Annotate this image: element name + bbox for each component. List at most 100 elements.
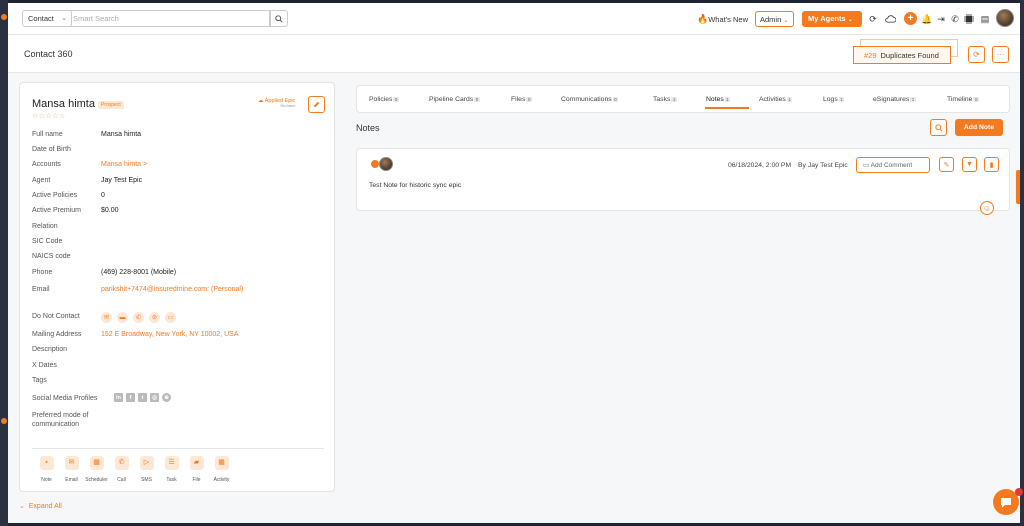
side-drawer-handle[interactable] <box>1016 170 1020 204</box>
module-select[interactable]: Contact ⌄ <box>22 10 72 27</box>
field-label-full-name: Full name <box>32 131 63 138</box>
sms-icon: ▷ <box>139 456 154 470</box>
tab-logs[interactable]: Logs 1 <box>823 96 845 103</box>
mail-icon[interactable]: ▭ <box>165 312 176 323</box>
add-comment-button[interactable]: ▭ Add Comment <box>856 157 930 173</box>
action-email[interactable]: ✉ Email <box>59 456 84 483</box>
twitter-icon[interactable]: t <box>138 393 147 402</box>
delete-note-button[interactable]: ▮ <box>984 157 999 172</box>
search-icon <box>275 14 283 23</box>
action-sms[interactable]: ▷ SMS <box>134 456 159 483</box>
whats-new-link[interactable]: 🔥What's New <box>697 14 748 25</box>
phone-icon[interactable]: ✆ <box>133 312 144 323</box>
chevron-down-icon: ⌄ <box>783 18 789 24</box>
cloud-sync-icon[interactable] <box>884 13 896 25</box>
chevron-down-icon: ⌄ <box>19 503 25 510</box>
action-scheduler-label: Scheduler <box>85 477 108 483</box>
action-note[interactable]: ▪ Note <box>34 456 59 483</box>
action-activity-label: Activity <box>213 477 230 483</box>
email-icon[interactable]: ✉ <box>101 312 112 323</box>
status-badge: Prospect <box>98 101 124 109</box>
field-label-email: Email <box>32 286 50 293</box>
field-value-mailing-address[interactable]: 152 E Broadway, New York, NY 10002, USA <box>101 331 239 338</box>
phone-icon[interactable]: ✆ <box>949 13 961 25</box>
more-options-button[interactable]: ··· <box>992 46 1009 63</box>
do-not-contact-toggles: ✉ ▬ ✆ ⊘ ▭ <box>101 312 176 323</box>
tab-files[interactable]: Files 0 <box>511 96 532 103</box>
quick-add-icon[interactable]: + <box>904 12 917 25</box>
field-label-x-dates: X Dates <box>32 362 57 369</box>
facebook-icon[interactable]: f <box>126 393 135 402</box>
action-activity[interactable]: ▦ Activity <box>209 456 234 483</box>
user-avatar[interactable] <box>996 9 1014 27</box>
chat-icon <box>1001 497 1011 507</box>
tab-pipeline-cards[interactable]: Pipeline Cards 0 <box>429 96 480 103</box>
my-agents-label: My Agents <box>808 14 846 23</box>
edit-contact-button[interactable] <box>308 96 325 113</box>
action-file-label: File <box>192 477 201 483</box>
smart-search-input[interactable]: Smart Search <box>68 10 270 27</box>
applied-epic-sub: Re-linked <box>280 104 296 108</box>
field-label-agent: Agent <box>32 177 51 184</box>
page-title: Contact 360 <box>24 49 73 59</box>
linkedin-icon[interactable]: in <box>114 393 123 402</box>
tab-notes[interactable]: Notes 1 <box>706 96 731 103</box>
action-scheduler[interactable]: ▦ Scheduler <box>84 456 109 483</box>
ellipsis-icon: ··· <box>996 50 1005 59</box>
admin-select-value: Admin <box>760 15 782 24</box>
tab-esignatures[interactable]: eSignatures 1 <box>873 96 916 103</box>
action-call[interactable]: ✆ Call <box>109 456 134 483</box>
emoji-reaction-button[interactable]: ☺ <box>980 201 994 215</box>
tab-communications[interactable]: Communications 0 <box>561 96 619 103</box>
search-notes-button[interactable] <box>930 119 947 136</box>
tab-policies[interactable]: Policies 0 <box>369 96 399 103</box>
instagram-icon[interactable]: ◎ <box>150 393 159 402</box>
field-label-dob: Date of Birth <box>32 146 71 153</box>
action-call-label: Call <box>117 477 126 483</box>
field-value-email[interactable]: parikshit+7474@insuredmine.com: (Persona… <box>101 286 243 293</box>
pin-note-button[interactable]: ▼ <box>962 157 977 172</box>
left-edge-strip <box>0 0 8 526</box>
tab-activities[interactable]: Activities 1 <box>759 96 793 103</box>
top-bar: Contact ⌄ Smart Search 🔥What's New Admin… <box>8 3 1020 35</box>
admin-select[interactable]: Admin ⌄ <box>755 11 794 27</box>
field-value-phone[interactable]: (469) 228-8001 (Mobile) <box>101 269 176 276</box>
field-value-accounts-link[interactable]: Mansa himta > <box>101 161 147 168</box>
tab-timeline[interactable]: Timeline 0 <box>947 96 979 103</box>
add-note-button[interactable]: Add Note <box>955 119 1003 136</box>
duplicates-found-button[interactable]: #29 Duplicates Found <box>853 46 951 64</box>
action-task-label: Task <box>166 477 177 483</box>
search-button[interactable] <box>270 10 288 27</box>
collapse-handle-icon[interactable] <box>1 14 7 20</box>
email-icon: ✉ <box>64 456 79 470</box>
contact-name: Mansa himta <box>32 98 95 110</box>
refresh-button[interactable]: ⟳ <box>968 46 985 63</box>
block-icon[interactable]: ⊘ <box>149 312 160 323</box>
refresh-icon: ⟳ <box>973 50 980 59</box>
chat-icon[interactable]: ▬ <box>117 312 128 323</box>
field-label-social-media: Social Media Profiles <box>32 395 98 402</box>
tab-tasks[interactable]: Tasks 1 <box>653 96 677 103</box>
bell-icon[interactable]: 🔔 <box>921 13 933 25</box>
cloud-icon: ☁ <box>258 98 264 104</box>
field-label-description: Description <box>32 346 68 353</box>
refresh-icon[interactable]: ⟳ <box>867 13 879 25</box>
applied-epic-link[interactable]: ☁ Applied Epic Re-linked <box>258 98 295 108</box>
note-author: By Jay Test Epic <box>798 162 848 169</box>
star-rating[interactable]: ☆☆☆☆☆ <box>32 112 66 120</box>
document-icon[interactable]: ▤ <box>979 13 991 25</box>
right-edge-strip <box>1020 0 1024 526</box>
expand-all-button[interactable]: ⌄ Expand All <box>19 502 62 510</box>
field-value-agent: Jay Test Epic <box>101 177 143 184</box>
globe-icon[interactable]: ⊕ <box>162 393 171 402</box>
edit-note-button[interactable]: ✎ <box>939 157 954 172</box>
logout-icon[interactable]: ⇥ <box>935 13 947 25</box>
contact-profile-card: Mansa himta Prospect ☆☆☆☆☆ ☁ Applied Epi… <box>19 82 335 492</box>
chip-icon[interactable] <box>963 13 975 25</box>
my-agents-button[interactable]: My Agents ⌄ <box>802 11 862 27</box>
action-file[interactable]: ▰ File <box>184 456 209 483</box>
whats-new-label: What's New <box>708 15 748 24</box>
action-task[interactable]: ☰ Task <box>159 456 184 483</box>
field-label-preferred-mode: Preferred mode of <box>32 412 89 419</box>
field-value-full-name: Mansa himta <box>101 131 142 138</box>
